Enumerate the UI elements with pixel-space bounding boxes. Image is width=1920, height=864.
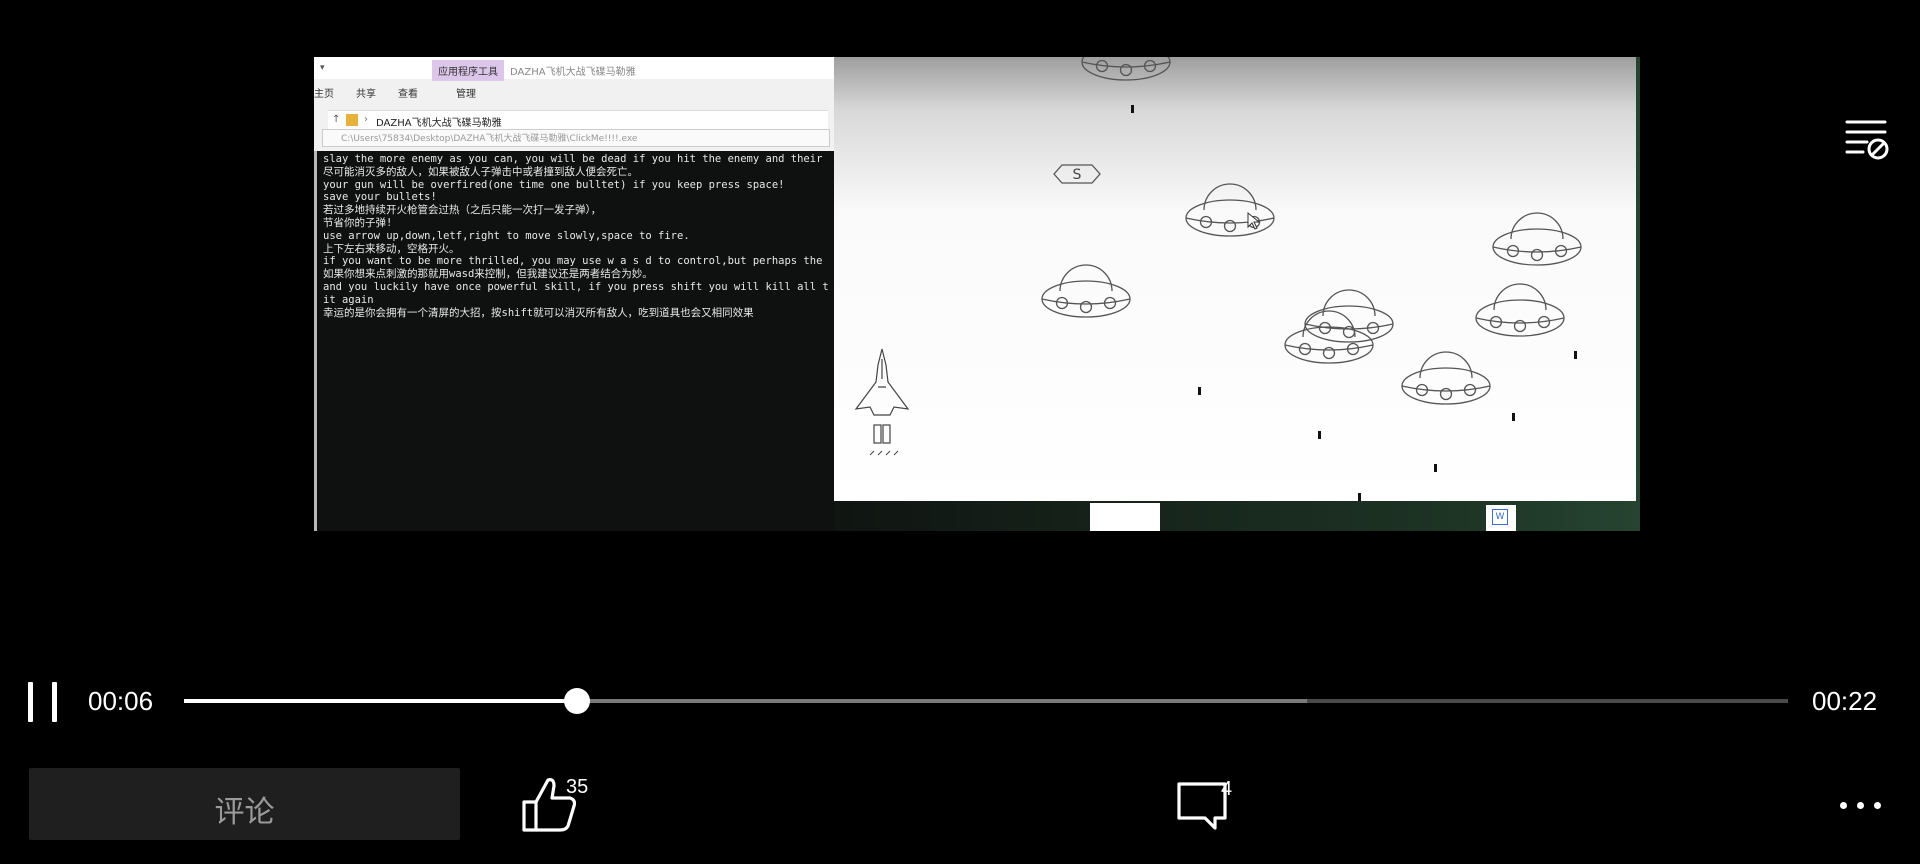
enemy-ufo <box>1304 289 1394 343</box>
explorer-window-title: DAZHA飞机大战飞碟马勒雅 <box>510 67 636 78</box>
playlist-block-icon[interactable] <box>1845 118 1889 162</box>
enemy-ufo <box>1475 283 1565 337</box>
pause-button[interactable] <box>28 682 62 722</box>
tab-manage: 管理 <box>456 89 476 100</box>
console-line: and you luckily have once powerful skill… <box>323 280 829 293</box>
video-frame[interactable]: ▾ 应用程序工具 DAZHA飞机大战飞碟马勒雅 主页 共享 查看 管理 ↑ › … <box>314 57 1640 531</box>
bullet <box>1574 351 1577 359</box>
more-dots-icon <box>1840 802 1847 809</box>
console-line: if you want to be more thrilled, you may… <box>323 255 823 268</box>
tab-share: 共享 <box>356 89 376 100</box>
bullet <box>1318 431 1321 439</box>
enemy-ufo <box>1284 310 1374 364</box>
console-line: 节省你的子弹! <box>323 216 393 229</box>
game-window: S <box>834 57 1636 501</box>
bullet <box>1198 387 1201 395</box>
bullet <box>1131 105 1134 113</box>
enemy-ufo <box>1185 183 1275 237</box>
up-arrow-icon: ↑ <box>332 114 341 125</box>
word-taskbar-icon: W <box>1486 505 1516 531</box>
bullet <box>1512 413 1515 421</box>
console-line: use arrow up,down,letf,right to move slo… <box>323 229 690 242</box>
comment-count: 4 <box>1221 778 1233 800</box>
seek-bar[interactable] <box>184 688 1788 714</box>
comment-placeholder: 评论 <box>214 796 275 829</box>
like-count: 35 <box>566 776 589 798</box>
console-title-path: C:\Users\75834\Desktop\DAZHA飞机大战飞碟马勒雅\Cl… <box>322 129 830 147</box>
console-line: 尽可能消灭多的敌人，如果被敌人子弹击中或者撞到敌人便会死亡。 <box>323 165 638 178</box>
pause-icon <box>52 682 57 722</box>
like-button[interactable]: 35 <box>520 774 600 836</box>
quick-access-icon: ▾ <box>320 63 325 73</box>
explorer-tab-group: 应用程序工具 <box>432 60 504 81</box>
current-time: 00:06 <box>88 686 154 716</box>
player-jet <box>854 348 910 456</box>
bonus-item: S <box>1053 164 1101 184</box>
chevron-right-icon: › <box>364 114 368 125</box>
breadcrumb: DAZHA飞机大战飞碟马勒雅 <box>376 118 502 129</box>
explorer-titlebar: ▾ 应用程序工具 DAZHA飞机大战飞碟马勒雅 <box>314 57 834 81</box>
comment-button[interactable]: 4 <box>1175 778 1239 834</box>
console-window: slay the more enemy as you can, you will… <box>314 151 834 531</box>
console-line: it again <box>323 293 374 306</box>
game-canvas: S <box>854 57 1582 501</box>
enemy-ufo <box>1041 264 1131 318</box>
enemy-ufo <box>1401 351 1491 405</box>
enemy-ufo <box>1492 212 1582 266</box>
explorer-address-bar: ↑ › DAZHA飞机大战飞碟马勒雅 <box>328 110 828 130</box>
bonus-label: S <box>1073 167 1082 183</box>
bullet <box>1358 493 1361 501</box>
bullet <box>1434 464 1437 472</box>
console-line: slay the more enemy as you can, you will… <box>323 153 823 165</box>
console-line: 上下左右来移动，空格开火。 <box>323 242 460 255</box>
explorer-ribbon-tabs: 主页 共享 查看 管理 <box>314 85 834 103</box>
pause-icon <box>28 682 33 722</box>
bullets <box>1131 105 1577 501</box>
folder-icon <box>346 114 358 126</box>
more-options-button[interactable] <box>1838 790 1882 820</box>
tab-home: 主页 <box>314 89 334 100</box>
console-line: save your bullets! <box>323 191 437 204</box>
console-line: 幸运的是你会拥有一个清屏的大招，按shift就可以消灭所有敌人，吃到道具也会又相… <box>323 306 754 319</box>
console-line: your gun will be overfired(one time one … <box>323 178 785 191</box>
console-line: 若过多地持续开火枪管会过热（之后只能一次打一发子弹）， <box>323 204 602 217</box>
file-explorer-window: ▾ 应用程序工具 DAZHA飞机大战飞碟马勒雅 主页 共享 查看 管理 ↑ › … <box>314 57 834 151</box>
total-time: 00:22 <box>1812 686 1878 716</box>
tab-view: 查看 <box>398 89 418 100</box>
console-line: 如果你想来点刺激的那就用wasd来控制，但我建议还是两者结合为妙。 <box>323 268 653 281</box>
played-bar <box>184 699 578 703</box>
comment-input[interactable]: 评论 <box>29 768 460 840</box>
enemy-ufo <box>1081 57 1171 81</box>
seek-handle[interactable] <box>564 688 591 714</box>
taskbar-fragment <box>1090 503 1160 531</box>
